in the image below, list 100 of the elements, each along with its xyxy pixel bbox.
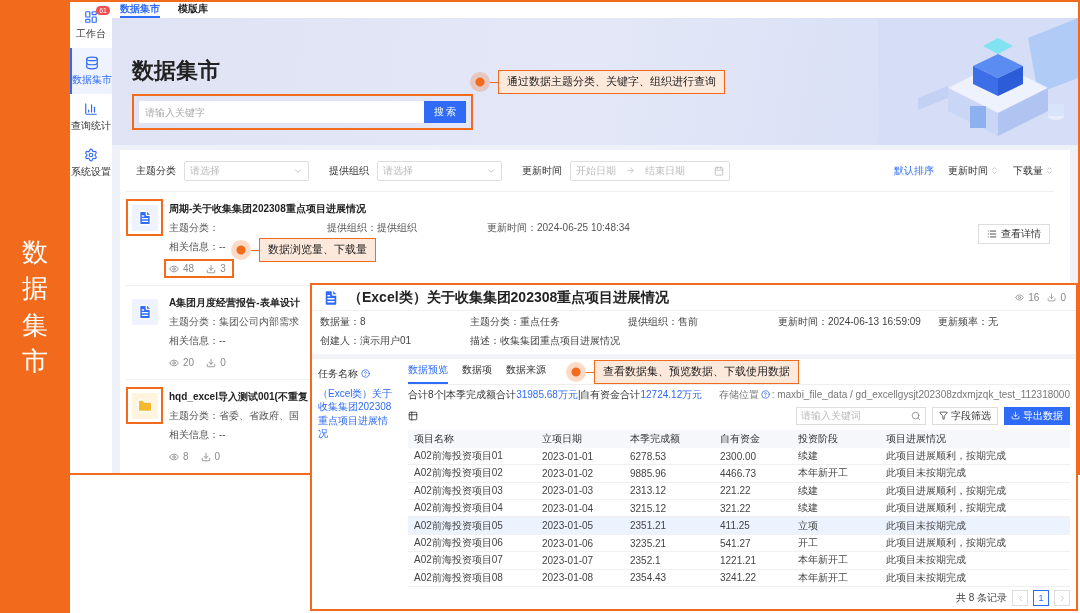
table-cell-text: 2354.43 <box>629 572 668 584</box>
view-count: 8 <box>169 451 189 462</box>
table-cell-text: 541.27 <box>719 537 752 549</box>
table-row[interactable]: A02前海投资项目05 2023-01-05 2351.21 411.25 立项 此项目未按期完成 <box>408 517 1070 535</box>
column-header: 立项日期 <box>541 431 583 446</box>
table-cell-text: 2023-01-07 <box>541 554 595 566</box>
meta-text: 相关信息：-- <box>169 334 226 348</box>
download-count: 0 <box>200 451 221 462</box>
record-count: 共 8 条记录 <box>954 591 1007 605</box>
table-cell-text: 2023-01-04 <box>541 502 595 514</box>
meta-text: 提供组织：售前 <box>628 315 698 330</box>
table-cell-text: A02前海投资项目03 <box>413 483 504 498</box>
next-page-button[interactable] <box>1054 590 1070 606</box>
table-cell-text: A02前海投资项目02 <box>413 466 504 481</box>
table-cell-text: 开工 <box>797 536 819 550</box>
field-filter-button[interactable]: 字段筛选 <box>932 406 998 425</box>
dataset-title[interactable]: 周期-关于收集集团202308重点项目进展情况 <box>169 202 366 216</box>
export-button[interactable]: 导出数据 <box>1004 406 1070 425</box>
meta-text: 相关信息：-- <box>169 428 226 442</box>
column-header: 项目进展情况 <box>885 431 947 446</box>
marker-dot <box>470 72 490 92</box>
table-cell-text: 此项目未按期完成 <box>885 570 967 585</box>
table-cell-text: A02前海投资项目05 <box>413 518 504 533</box>
table-row[interactable]: A02前海投资项目02 2023-01-02 9885.96 4466.73 本年新开工 此项目未按期完成 <box>408 465 1070 483</box>
table-cell-text: 此项目未按期完成 <box>885 553 967 568</box>
calendar-icon <box>714 165 724 176</box>
settings-icon <box>84 147 98 162</box>
document-icon <box>136 303 153 320</box>
table-cell-text: 此项目未按期完成 <box>885 518 967 533</box>
meta-text: 主题分类： <box>169 221 219 235</box>
filter-label: 提供组织 <box>329 163 369 178</box>
meta-text: 相关信息：-- <box>169 240 226 254</box>
table-cell-text: 3215.12 <box>629 502 668 514</box>
table-cell-text: 本年新开工 <box>797 570 849 585</box>
dataset-title[interactable]: hqd_excel导入测试001(不重复 <box>169 390 308 404</box>
table-cell-text: 221.22 <box>719 485 752 497</box>
column-header: 投资阶段 <box>797 431 839 446</box>
meta-text: 更新时间：2024-06-13 16:59:09 <box>778 315 921 330</box>
meta-text: 数据量：8 <box>320 315 366 330</box>
tab[interactable]: 模版库 <box>178 2 208 18</box>
dataset-title[interactable]: A集团月度经营报告-表单设计 <box>169 296 300 310</box>
sidebar-item[interactable]: 数据集市 <box>70 48 112 94</box>
callout: 通过数据主题分类、关键字、组织进行查询 <box>498 70 725 94</box>
help-icon[interactable] <box>361 369 370 379</box>
filter-label: 更新时间 <box>522 163 562 178</box>
table-cell-text: 2023-01-08 <box>541 572 595 584</box>
sort-option[interactable]: 默认排序 <box>894 163 934 178</box>
filter-icon <box>939 411 948 421</box>
table-cell-text: 此项目进展顺利，按期完成 <box>885 483 1007 498</box>
sidebar-item[interactable]: 查询统计 <box>70 94 112 140</box>
table-cell-text: 6278.53 <box>629 450 668 462</box>
bar-chart-icon <box>84 101 98 116</box>
download-icon <box>1011 411 1020 421</box>
table-cell-text: 2300.00 <box>719 450 758 462</box>
table-cell-text: 2023-01-03 <box>541 485 595 497</box>
dashboard-icon <box>84 9 98 24</box>
tab[interactable]: 数据项 <box>462 358 492 384</box>
previous-page-button[interactable] <box>1012 590 1028 606</box>
download-count: 3 <box>206 263 226 274</box>
meta-text: 提供组织：提供组织 <box>327 221 417 235</box>
meta-text: 创建人：演示用户01 <box>320 334 412 349</box>
view-details-button[interactable]: 查看详情 <box>978 224 1050 244</box>
dataset-title: （Excel类）关于收集集团202308重点项目进展情况 <box>348 288 670 307</box>
sort-option[interactable]: 更新时间 <box>948 163 999 178</box>
table-cell-text: 3235.21 <box>629 537 668 549</box>
search-button[interactable]: 搜 索 <box>424 101 466 123</box>
table-cell-text: A02前海投资项目08 <box>413 570 504 585</box>
table-cell-text: 续建 <box>797 483 819 498</box>
help-icon[interactable] <box>760 390 770 400</box>
meta-text: 更新时间：2024-06-25 10:48:34 <box>487 221 630 235</box>
tab[interactable]: 数据预览 <box>408 358 448 384</box>
tab[interactable]: 数据来源 <box>506 358 546 384</box>
table-cell-text: 续建 <box>797 501 819 516</box>
table-cell-text: 立项 <box>797 518 819 533</box>
table-cell-text: 321.22 <box>719 502 752 514</box>
table-cell-text: 本年新开工 <box>797 466 849 481</box>
meta-text: 主题分类：省委、省政府、国 <box>169 409 299 423</box>
search-field[interactable]: 请输入关键字 <box>139 101 424 123</box>
document-icon <box>136 209 153 226</box>
callout: 查看数据集、预览数据、下载使用数据 <box>594 360 799 384</box>
table-cell-text: A02前海投资项目01 <box>413 449 504 464</box>
view-count: 48 <box>169 263 195 274</box>
search-icon[interactable] <box>911 410 921 421</box>
download-count: 0 <box>1047 292 1066 304</box>
table-cell-text: 续建 <box>797 449 819 464</box>
table-cell-text: A02前海投资项目04 <box>413 501 504 516</box>
page-button[interactable]: 1 <box>1033 590 1049 606</box>
task-link[interactable]: （Excel类）关于收集集团202308重点项目进展情况 <box>318 386 396 441</box>
summary-text: 合计8个|本季完成额合计31985.68万元|自有资金合计12724.12万元 <box>408 387 703 402</box>
column-header: 自有资金 <box>719 431 761 446</box>
table-cell-text: 此项目进展顺利，按期完成 <box>885 449 1007 464</box>
table-cell-text: 2023-01-02 <box>541 467 595 479</box>
table-cell-text: 2023-01-06 <box>541 537 595 549</box>
sort-option[interactable]: 下载量 <box>1013 163 1054 178</box>
table-cell-text: 2023-01-01 <box>541 450 595 462</box>
sidebar-item[interactable]: 系统设置 <box>70 140 112 186</box>
table-row[interactable]: A02前海投资项目04 2023-01-04 3215.12 321.22 续建 此项目进展顺利，按期完成 <box>408 500 1070 518</box>
table-cell-text: 2313.12 <box>629 485 668 497</box>
table-row[interactable]: A02前海投资项目07 2023-01-07 2352.1 1221.21 本年新开工 此项目未按期完成 <box>408 552 1070 570</box>
page-title: 数据集市 <box>132 57 221 85</box>
